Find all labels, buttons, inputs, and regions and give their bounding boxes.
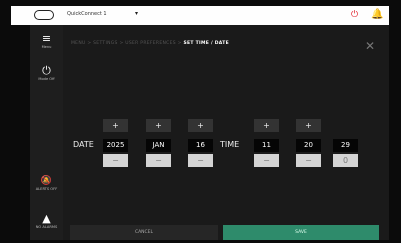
hour-value: 11	[254, 139, 279, 152]
breadcrumb-item-user-preferences[interactable]: USER PREFERENCES	[125, 41, 176, 46]
warning-triangle-icon: ▲	[42, 212, 51, 225]
minute-increment-button[interactable]: +	[296, 119, 321, 132]
breadcrumb-item-menu[interactable]: MENU	[71, 41, 86, 46]
breadcrumb-item-settings[interactable]: SETTINGS	[93, 41, 118, 46]
main-panel: MENU > SETTINGS > USER PREFERENCES > SET…	[63, 25, 389, 240]
top-bar: QuickConnect 1 ▾ ⏻ 🔔	[11, 6, 389, 25]
bell-icon[interactable]: 🔔	[371, 9, 383, 20]
breadcrumb-separator: >	[87, 41, 92, 46]
close-icon[interactable]: ✕	[365, 40, 375, 52]
save-button[interactable]: SAVE	[223, 225, 379, 240]
breadcrumb: MENU > SETTINGS > USER PREFERENCES > SET…	[71, 41, 229, 46]
time-label: TIME	[220, 140, 240, 149]
no-alarms-button[interactable]: ▲ NO ALARMS	[30, 213, 63, 230]
breadcrumb-current: SET TIME / DATE	[183, 41, 229, 46]
chevron-down-icon[interactable]: ▾	[135, 10, 138, 17]
bell-slash-icon: 🔕	[40, 176, 53, 186]
cancel-button[interactable]: CANCEL	[70, 225, 218, 240]
cloud-logo-icon	[34, 10, 54, 20]
menu-button[interactable]: ≡ Menu	[30, 33, 63, 50]
sidebar: ≡ Menu ⏻ Mode Off 🔕 ALERTS OFF ▲ NO ALAR…	[30, 25, 63, 240]
second-zero-button[interactable]: 0	[333, 154, 358, 167]
hour-decrement-button[interactable]: −	[254, 154, 279, 167]
mode-off-button[interactable]: ⏻ Mode Off	[30, 65, 63, 82]
hamburger-menu-icon: ≡	[41, 32, 52, 45]
menu-label: Menu	[41, 45, 52, 49]
alerts-off-label: ALERTS OFF	[35, 187, 58, 191]
breadcrumb-separator: >	[177, 41, 182, 46]
day-decrement-button[interactable]: −	[188, 154, 213, 167]
year-decrement-button[interactable]: −	[103, 154, 128, 167]
power-icon[interactable]: ⏻	[351, 10, 358, 20]
power-icon: ⏻	[42, 64, 51, 77]
month-increment-button[interactable]: +	[146, 119, 171, 132]
breadcrumb-separator: >	[119, 41, 124, 46]
year-increment-button[interactable]: +	[103, 119, 128, 132]
day-increment-button[interactable]: +	[188, 119, 213, 132]
mode-off-label: Mode Off	[38, 77, 55, 81]
month-value: JAN	[146, 139, 171, 152]
alerts-off-button[interactable]: 🔕 ALERTS OFF	[30, 175, 63, 192]
day-value: 16	[188, 139, 213, 152]
month-decrement-button[interactable]: −	[146, 154, 171, 167]
device-selector-label[interactable]: QuickConnect 1	[67, 11, 107, 17]
hour-increment-button[interactable]: +	[254, 119, 279, 132]
minute-value: 20	[296, 139, 321, 152]
minute-decrement-button[interactable]: −	[296, 154, 321, 167]
no-alarms-label: NO ALARMS	[35, 225, 58, 229]
date-label: DATE	[73, 140, 94, 149]
year-value: 2025	[103, 139, 128, 152]
second-value: 29	[333, 139, 358, 152]
